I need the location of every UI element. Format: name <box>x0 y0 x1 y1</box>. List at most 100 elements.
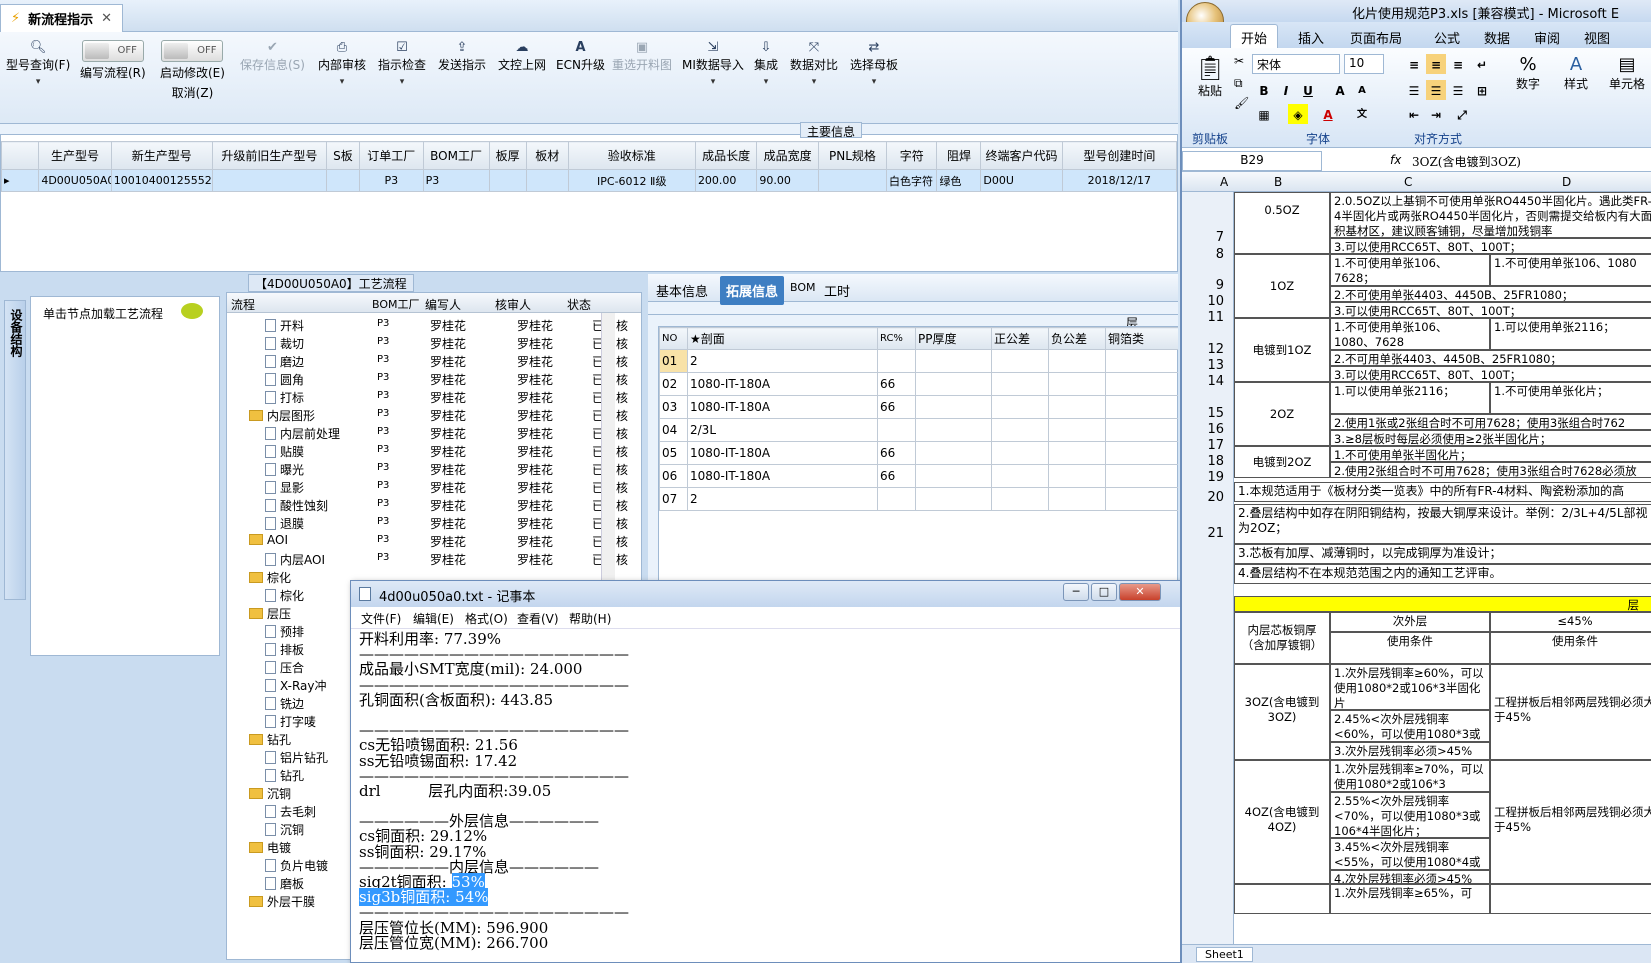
cell-c[interactable]: 次外层 <box>1330 612 1490 632</box>
shrink-font-icon[interactable]: A <box>1352 80 1372 100</box>
table-cell[interactable]: 1080-IT-180A <box>687 395 878 419</box>
cell-c[interactable]: 1.次外层残铜率≥70%，可以使用1080*2或106*3 <box>1330 760 1490 792</box>
tree-row[interactable]: 酸性蚀刻P3罗桂花罗桂花已审核 <box>227 495 641 513</box>
tab-basic-info[interactable]: 基本信息 <box>650 279 714 302</box>
column-header[interactable]: 升级前旧生产型号 <box>211 141 328 170</box>
align-left-icon[interactable]: ☰ <box>1404 80 1424 100</box>
table-cell[interactable] <box>1048 418 1106 442</box>
cell-d[interactable]: 工程拼板后相邻两层残铜必须大于45% <box>1490 664 1651 760</box>
table-cell[interactable] <box>1105 441 1178 465</box>
orientation-icon[interactable]: ⤢ <box>1452 104 1472 124</box>
table-row[interactable]: 01 2 <box>659 349 1178 373</box>
tree-row[interactable]: 开料P3罗桂花罗桂花已审核 <box>227 315 641 333</box>
styles-button[interactable]: A 样式 <box>1554 54 1598 92</box>
cell-b[interactable]: 0.5OZ <box>1234 192 1330 254</box>
integrate-button[interactable]: ⇩ 集成 ▾ <box>754 40 778 87</box>
table-cell[interactable] <box>1048 464 1106 488</box>
ecn-upgrade-button[interactable]: A ECN升级 <box>556 40 605 73</box>
table-cell[interactable]: 66 <box>877 372 916 396</box>
toggle-switch[interactable]: OFF <box>161 40 224 62</box>
table-cell[interactable] <box>991 441 1049 465</box>
column-header[interactable]: A <box>1220 175 1228 189</box>
table-cell[interactable]: 2/3L <box>687 418 878 442</box>
table-row[interactable]: 04 2/3L <box>659 418 1178 442</box>
row-number[interactable]: 8 <box>1182 247 1224 262</box>
tree-row[interactable]: 显影P3罗桂花罗桂花已审核 <box>227 477 641 495</box>
table-cell[interactable]: 90.00 <box>756 169 819 192</box>
row-number-cell[interactable]: 03 <box>659 395 688 419</box>
tree-column-header[interactable]: 编写人 <box>425 296 461 313</box>
close-tab-icon[interactable]: ✕ <box>101 11 112 26</box>
cells-button[interactable]: ▤ 单元格 <box>1602 54 1651 92</box>
table-cell[interactable] <box>991 487 1049 511</box>
tree-column-header[interactable]: 状态 <box>567 296 591 313</box>
tree-row[interactable]: AOIP3罗桂花罗桂花已审核 <box>227 531 641 549</box>
column-header[interactable]: D <box>1562 175 1571 189</box>
row-number-cell[interactable]: 02 <box>659 372 688 396</box>
tab-view[interactable]: 视图 <box>1584 28 1610 47</box>
column-header[interactable]: 板材 <box>525 141 569 170</box>
cell-c[interactable]: 1.不可使用单张106、7628； <box>1330 254 1490 286</box>
save-info-button[interactable]: ✔ 保存信息(S) <box>240 40 305 73</box>
tree-row[interactable]: 内层图形P3罗桂花罗桂花已审核 <box>227 405 641 423</box>
menu-format[interactable]: 格式(O) <box>465 610 508 627</box>
tree-row[interactable]: 曝光P3罗桂花罗桂花已审核 <box>227 459 641 477</box>
excel-titlebar[interactable]: 化片使用规范P3.xls [兼容模式] - Microsoft E <box>1182 0 1651 22</box>
row-number-cell[interactable]: 07 <box>659 487 688 511</box>
reselect-cut-chart-button[interactable]: ▣ 重选开料图 <box>612 40 672 73</box>
table-cell[interactable]: D00U <box>980 169 1063 192</box>
cell-d[interactable] <box>1490 884 1651 914</box>
cell-b[interactable] <box>1234 884 1330 914</box>
table-cell[interactable] <box>1105 372 1178 396</box>
align-middle-icon[interactable]: ≡ <box>1426 54 1446 74</box>
column-header[interactable]: RC% <box>877 327 916 350</box>
cell-c[interactable]: 3.45%<次外层残铜率<55%，可以使用1080*4或106*5 <box>1330 838 1490 870</box>
row-number-cell[interactable]: 01 <box>659 349 688 373</box>
fx-icon[interactable]: fx <box>1390 153 1401 167</box>
underline-icon[interactable]: U <box>1298 80 1318 100</box>
column-header[interactable]: 成品宽度 <box>756 141 819 170</box>
tree-row[interactable]: 贴膜P3罗桂花罗桂花已审核 <box>227 441 641 459</box>
italic-icon[interactable]: I <box>1276 80 1296 100</box>
row-number[interactable]: 18 <box>1182 454 1224 469</box>
table-cell[interactable]: 2018/12/17 <box>1061 169 1178 192</box>
note-cell[interactable]: 4.叠层结构不在本规范范围之内的通知工艺评审。 <box>1234 564 1651 584</box>
table-cell[interactable] <box>1048 372 1106 396</box>
yellow-header-cell[interactable]: 层 <box>1234 596 1651 612</box>
table-cell[interactable] <box>1048 395 1106 419</box>
write-process-toggle[interactable]: OFF 编写流程(R) <box>80 40 146 84</box>
format-painter-icon[interactable]: 🖌︎ <box>1234 96 1249 110</box>
table-cell[interactable]: 2 <box>687 349 878 373</box>
column-header[interactable]: 字符 <box>885 141 938 170</box>
table-cell[interactable]: 200.00 <box>694 169 758 192</box>
note-cell[interactable]: 1.本规范适用于《板材分类一览表》中的所有FR-4材料、陶瓷粉添加的高 <box>1234 482 1651 502</box>
cell-c[interactable]: 1.次外层残铜率≥60%，可以使用1080*2或106*3半固化片 <box>1330 664 1490 710</box>
start-edit-toggle[interactable]: OFF 启动修改(E) 取消(Z) <box>160 40 225 101</box>
tree-column-header[interactable]: 流程 <box>231 296 255 313</box>
row-number[interactable]: 11 <box>1182 310 1224 325</box>
column-header[interactable]: 正公差 <box>991 327 1049 350</box>
tab-formulas[interactable]: 公式 <box>1434 28 1460 47</box>
table-cell[interactable] <box>915 395 992 419</box>
worksheet-grid[interactable]: 7 8 9 10 11 12 13 14 15 16 17 18 19 20 2… <box>1182 192 1651 962</box>
table-cell[interactable]: 66 <box>877 464 916 488</box>
column-header[interactable]: PP厚度 <box>915 327 992 350</box>
column-header[interactable]: 验收标准 <box>567 141 696 170</box>
column-header[interactable]: 型号创建时间 <box>1061 141 1178 170</box>
row-number[interactable]: 19 <box>1182 470 1224 485</box>
tree-row[interactable]: 退膜P3罗桂花罗桂花已审核 <box>227 513 641 531</box>
instruction-check-button[interactable]: ☑ 指示检查 ▾ <box>378 40 426 87</box>
cell-d[interactable]: 工程拼板后相邻两层残铜必须大于45% <box>1490 760 1651 884</box>
grow-font-icon[interactable]: A <box>1330 80 1350 100</box>
table-cell[interactable] <box>211 169 328 192</box>
table-cell[interactable] <box>525 169 569 192</box>
cell-c[interactable]: 1.可以使用单张2116； <box>1330 382 1490 414</box>
name-box[interactable]: B29 <box>1182 151 1322 171</box>
border-icon[interactable]: ▦ <box>1254 104 1274 124</box>
tab-review[interactable]: 审阅 <box>1534 28 1560 47</box>
tree-row[interactable]: 裁切P3罗桂花罗桂花已审核 <box>227 333 641 351</box>
paste-button[interactable]: 📋︎ 粘贴 <box>1190 54 1230 99</box>
cell-b[interactable]: 2OZ <box>1234 382 1330 446</box>
column-header[interactable]: 生产型号 <box>38 141 112 170</box>
tree-row[interactable]: 磨边P3罗桂花罗桂花已审核 <box>227 351 641 369</box>
